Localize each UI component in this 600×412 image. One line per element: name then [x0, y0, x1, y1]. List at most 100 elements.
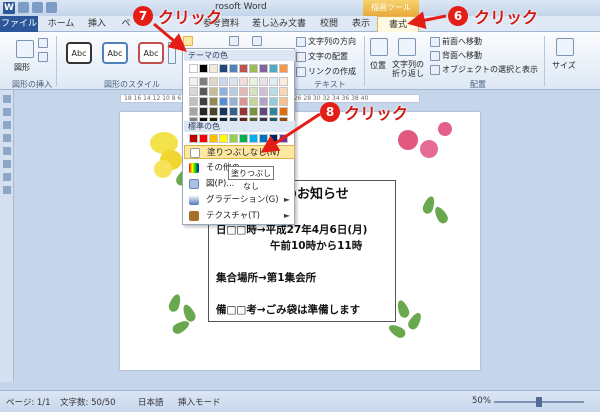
theme-color-swatch[interactable] [199, 77, 208, 86]
text-box-icon[interactable] [38, 52, 48, 62]
theme-color-swatch[interactable] [229, 107, 238, 116]
text-fill-icon[interactable] [229, 36, 239, 46]
zoom-slider-handle[interactable] [536, 397, 542, 407]
save-icon[interactable] [18, 2, 29, 13]
theme-color-swatch[interactable] [199, 64, 208, 73]
theme-color-swatch[interactable] [219, 107, 228, 116]
tool-icon[interactable] [2, 173, 11, 181]
theme-color-swatch[interactable] [269, 87, 278, 96]
word-count[interactable]: 文字数: 50/50 [60, 396, 116, 408]
tool-icon[interactable] [2, 186, 11, 194]
position-icon[interactable] [370, 38, 388, 56]
shape-style-2[interactable]: Abc [102, 42, 128, 64]
theme-color-swatch[interactable] [239, 107, 248, 116]
theme-color-swatch[interactable] [229, 97, 238, 106]
theme-color-swatch[interactable] [239, 87, 248, 96]
theme-color-swatch[interactable] [189, 77, 198, 86]
create-link-button[interactable]: リンクの作成 [296, 66, 356, 77]
theme-color-swatch[interactable] [209, 97, 218, 106]
position-button[interactable]: 位置 [370, 60, 386, 71]
theme-color-swatch[interactable] [229, 87, 238, 96]
redo-icon[interactable] [46, 2, 57, 13]
tool-icon[interactable] [2, 108, 11, 116]
tab-file[interactable]: ファイル [0, 16, 38, 32]
theme-color-swatch[interactable] [229, 77, 238, 86]
tool-icon[interactable] [2, 95, 11, 103]
theme-color-swatch[interactable] [259, 107, 268, 116]
bring-forward-button[interactable]: 前面へ移動 [430, 36, 482, 47]
theme-color-swatch[interactable] [209, 87, 218, 96]
align-text-button[interactable]: 文字の配置 [296, 51, 348, 62]
word-icon[interactable]: W [3, 2, 15, 14]
theme-color-swatch[interactable] [279, 97, 288, 106]
shape-style-1[interactable]: Abc [66, 42, 92, 64]
tab-mailings[interactable]: 差し込み文書 [248, 16, 310, 32]
theme-color-swatch[interactable] [209, 77, 218, 86]
theme-color-swatch[interactable] [259, 97, 268, 106]
theme-color-swatch[interactable] [249, 87, 258, 96]
theme-color-swatch[interactable] [239, 77, 248, 86]
standard-color-swatch[interactable] [249, 134, 258, 143]
theme-color-swatch[interactable] [269, 64, 278, 73]
tool-icon[interactable] [2, 134, 11, 142]
theme-color-swatch[interactable] [259, 77, 268, 86]
texture-item[interactable]: テクスチャ(T) ► [184, 209, 295, 223]
standard-color-swatch[interactable] [279, 134, 288, 143]
wrap-text-button[interactable]: 文字列の折り返し [392, 60, 426, 78]
theme-color-swatch[interactable] [279, 107, 288, 116]
theme-color-swatch[interactable] [199, 87, 208, 96]
theme-color-swatch[interactable] [249, 107, 258, 116]
theme-color-swatch[interactable] [259, 87, 268, 96]
zoom-level[interactable]: 50% [472, 396, 491, 406]
size-button[interactable]: サイズ [552, 60, 576, 71]
theme-color-swatch[interactable] [249, 97, 258, 106]
theme-color-swatch[interactable] [229, 64, 238, 73]
tool-icon[interactable] [2, 147, 11, 155]
text-outline-icon[interactable] [252, 36, 262, 46]
tab-format[interactable]: 書式 [377, 16, 419, 32]
theme-color-swatch[interactable] [249, 77, 258, 86]
theme-color-swatch[interactable] [279, 77, 288, 86]
theme-color-swatch[interactable] [199, 97, 208, 106]
theme-color-swatch[interactable] [219, 77, 228, 86]
shapes-icon[interactable] [16, 40, 34, 58]
gradient-item[interactable]: グラデーション(G) ► [184, 193, 295, 207]
wrap-text-icon[interactable] [398, 38, 416, 56]
theme-color-swatch[interactable] [239, 97, 248, 106]
tab-insert[interactable]: 挿入 [82, 16, 112, 32]
shape-fill-button[interactable] [183, 36, 193, 46]
tool-icon[interactable] [2, 121, 11, 129]
standard-color-swatch[interactable] [219, 134, 228, 143]
theme-color-swatch[interactable] [209, 64, 218, 73]
standard-color-swatch[interactable] [269, 134, 278, 143]
page-count[interactable]: ページ: 1/1 [6, 396, 51, 408]
theme-color-swatch[interactable] [269, 77, 278, 86]
theme-color-swatch[interactable] [189, 64, 198, 73]
theme-color-swatch[interactable] [279, 87, 288, 96]
theme-color-swatch[interactable] [219, 87, 228, 96]
edit-shape-icon[interactable] [38, 38, 48, 48]
shapes-button[interactable]: 図形 [14, 62, 30, 73]
theme-color-swatch[interactable] [279, 64, 288, 73]
theme-color-swatch[interactable] [219, 64, 228, 73]
styles-scroll-icon[interactable] [168, 42, 176, 64]
theme-color-swatch[interactable] [239, 64, 248, 73]
tab-review[interactable]: 校閲 [316, 16, 342, 32]
theme-color-swatch[interactable] [189, 97, 198, 106]
theme-color-swatch[interactable] [219, 97, 228, 106]
theme-color-swatch[interactable] [269, 97, 278, 106]
tab-home[interactable]: ホーム [44, 16, 78, 32]
theme-color-swatch[interactable] [249, 64, 258, 73]
size-icon[interactable] [556, 38, 574, 56]
send-backward-button[interactable]: 背面へ移動 [430, 50, 482, 61]
standard-color-swatch[interactable] [209, 134, 218, 143]
theme-color-swatch[interactable] [269, 107, 278, 116]
no-fill-item[interactable]: 塗りつぶしなし(N) [184, 145, 295, 159]
tool-icon[interactable] [2, 160, 11, 168]
theme-color-swatch[interactable] [209, 107, 218, 116]
theme-color-swatch[interactable] [189, 107, 198, 116]
standard-color-swatch[interactable] [189, 134, 198, 143]
text-direction-button[interactable]: 文字列の方向 [296, 36, 356, 47]
language[interactable]: 日本語 [138, 396, 164, 408]
insert-mode[interactable]: 挿入モード [178, 396, 221, 408]
